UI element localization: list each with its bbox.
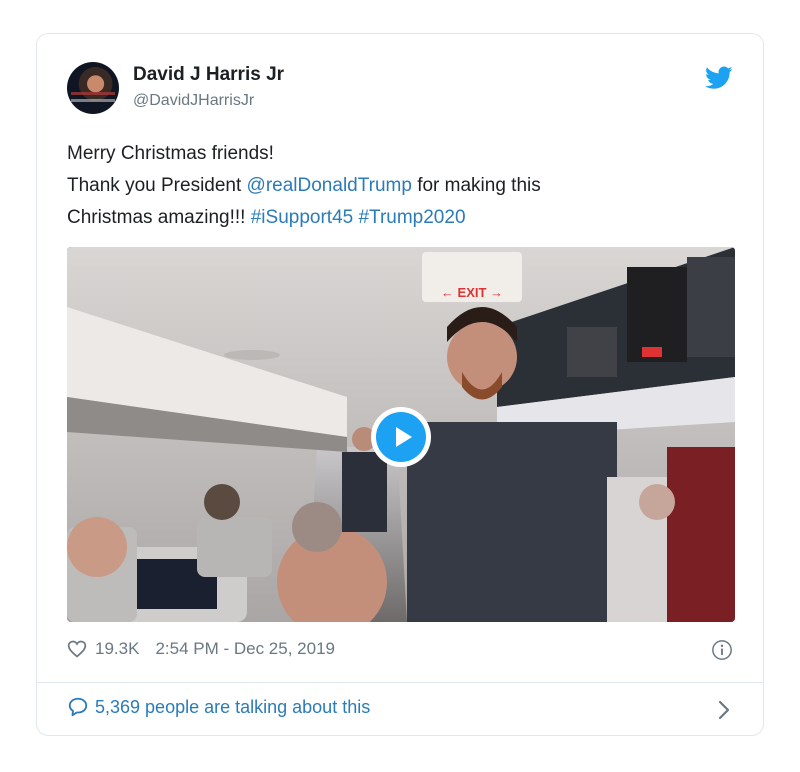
- tweet-text: Merry Christmas friends! Thank you Presi…: [67, 138, 737, 234]
- play-button[interactable]: [371, 407, 431, 467]
- conversation-link[interactable]: 5,369 people are talking about this: [67, 696, 370, 718]
- tweet-card: David J Harris Jr @DavidJHarrisJr Merry …: [36, 33, 764, 736]
- chevron-right-icon[interactable]: [717, 699, 731, 721]
- text-fragment: for making this: [411, 175, 541, 196]
- speech-bubble-icon: [68, 697, 88, 717]
- tweet-meta: 19.3K 2:54 PM - Dec 25, 2019: [67, 639, 335, 659]
- video-player[interactable]: ← EXIT →: [67, 247, 735, 622]
- heart-icon[interactable]: [67, 639, 87, 659]
- info-icon[interactable]: [711, 639, 733, 661]
- avatar[interactable]: [67, 62, 119, 114]
- hashtag-link[interactable]: #Trump2020: [358, 207, 465, 228]
- text-fragment: Christmas amazing!!!: [67, 207, 251, 228]
- hashtag-link[interactable]: #iSupport45: [251, 207, 353, 228]
- tweet-line-3: Christmas amazing!!! #iSupport45 #Trump2…: [67, 202, 737, 234]
- conversation-count: 5,369 people are talking about this: [95, 696, 371, 717]
- exit-sign-text: ← EXIT →: [441, 285, 503, 300]
- author-display-name[interactable]: David J Harris Jr: [133, 64, 284, 86]
- mention-link[interactable]: @realDonaldTrump: [247, 175, 412, 196]
- like-count[interactable]: 19.3K: [95, 639, 139, 659]
- twitter-bird-icon[interactable]: [705, 66, 733, 90]
- divider: [37, 682, 763, 683]
- tweet-line-2: Thank you President @realDonaldTrump for…: [67, 170, 737, 202]
- timestamp[interactable]: 2:54 PM - Dec 25, 2019: [155, 639, 335, 659]
- tweet-line-1: Merry Christmas friends!: [67, 143, 274, 164]
- play-icon: [376, 412, 426, 462]
- author-handle[interactable]: @DavidJHarrisJr: [133, 92, 254, 110]
- text-fragment: Thank you President: [67, 175, 247, 196]
